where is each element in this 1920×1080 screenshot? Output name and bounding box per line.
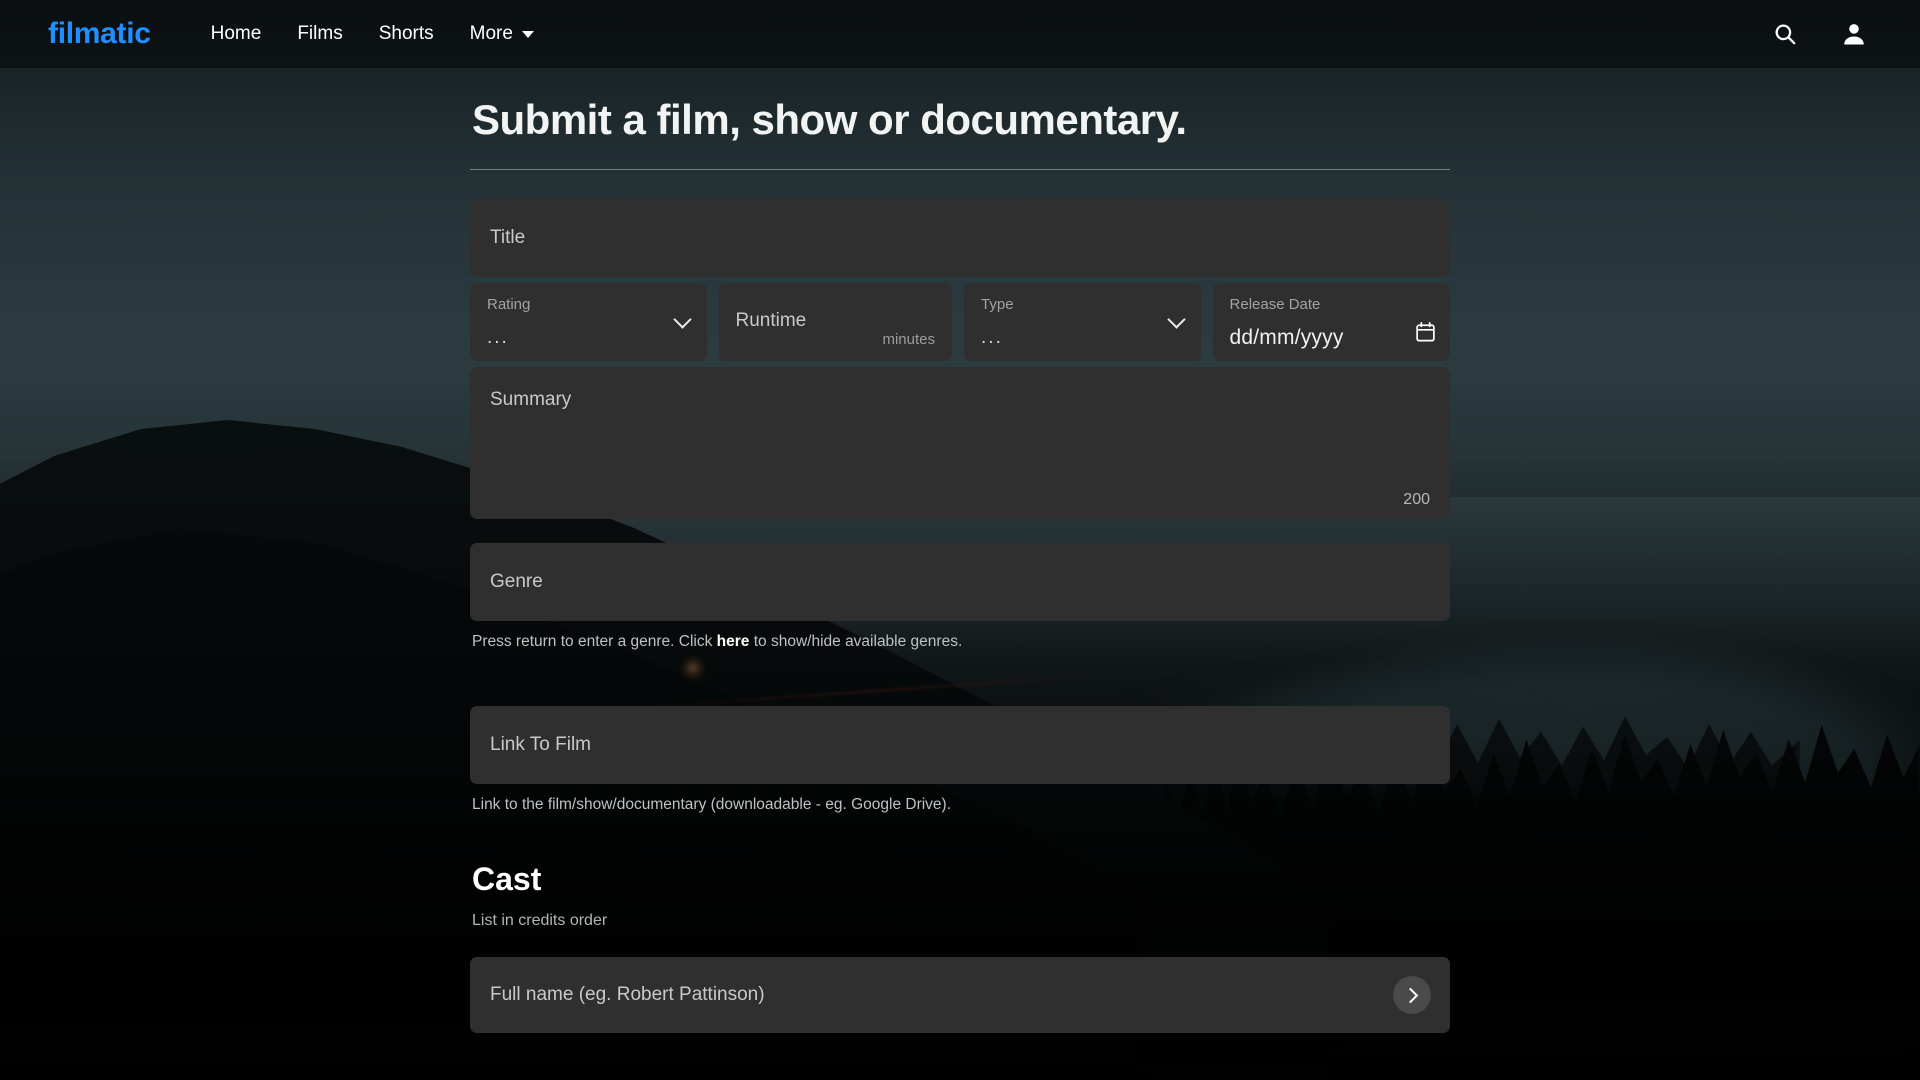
rating-label: Rating	[487, 296, 531, 313]
nav-item-home-label: Home	[210, 23, 262, 44]
cast-subtitle: List in credits order	[472, 912, 608, 929]
chevron-down-icon	[1169, 313, 1185, 322]
chevron-right-icon	[1402, 987, 1419, 1003]
inline-field-row: Rating ... Runtime minutes Type ... Rele…	[470, 283, 1450, 361]
release-date-value: dd/mm/yyyy	[1229, 326, 1344, 349]
chevron-down-icon	[521, 30, 534, 38]
type-select[interactable]: Type ...	[964, 283, 1201, 361]
nav-item-more[interactable]: More	[452, 15, 552, 53]
link-to-film-input[interactable]: Link To Film	[470, 706, 1450, 784]
search-icon[interactable]	[1772, 21, 1798, 47]
summary-textarea[interactable]: Summary 200	[470, 367, 1450, 519]
link-to-film-placeholder: Link To Film	[490, 734, 592, 755]
runtime-placeholder: Runtime	[735, 310, 807, 331]
genre-input[interactable]: Genre	[470, 543, 1450, 621]
cast-heading: Cast	[472, 861, 542, 897]
runtime-suffix-label: minutes	[882, 331, 936, 348]
rating-value: ...	[487, 327, 509, 348]
nav-icon-group	[1772, 20, 1886, 48]
nav-item-shorts-label: Shorts	[378, 23, 434, 44]
genre-helper-text: Press return to enter a genre. Click her…	[470, 633, 1450, 651]
nav-links: Home Films Shorts More	[193, 15, 552, 53]
type-label: Type	[981, 296, 1014, 313]
navbar: filmatic Home Films Shorts More	[0, 0, 1920, 68]
nav-item-more-label: More	[469, 23, 513, 44]
chevron-down-icon	[675, 313, 691, 322]
add-cast-member-button[interactable]	[1393, 976, 1431, 1014]
genre-helper-after: to show/hide available genres.	[749, 633, 963, 650]
nav-item-shorts[interactable]: Shorts	[361, 15, 452, 53]
cast-name-input[interactable]: Full name (eg. Robert Pattinson)	[470, 957, 1450, 1033]
submit-form: Submit a film, show or documentary. Titl…	[470, 68, 1450, 1033]
calendar-icon[interactable]	[1416, 322, 1435, 347]
type-value: ...	[981, 327, 1003, 348]
title-divider	[470, 169, 1450, 170]
genre-helper-before: Press return to enter a genre. Click	[472, 633, 717, 650]
nav-item-home[interactable]: Home	[193, 15, 280, 53]
summary-placeholder: Summary	[490, 389, 572, 410]
title-field-placeholder: Title	[490, 227, 526, 248]
page-title: Submit a film, show or documentary.	[472, 96, 1187, 143]
runtime-input[interactable]: Runtime minutes	[718, 283, 953, 361]
title-field[interactable]: Title	[470, 199, 1450, 277]
brand-logo[interactable]: filmatic	[48, 17, 151, 51]
link-to-film-helper-text: Link to the film/show/documentary (downl…	[472, 796, 952, 813]
cast-name-placeholder: Full name (eg. Robert Pattinson)	[490, 984, 765, 1005]
summary-char-counter: 200	[1403, 491, 1430, 508]
account-icon[interactable]	[1840, 20, 1868, 48]
page-content: Submit a film, show or documentary. Titl…	[0, 68, 1920, 1080]
rating-select[interactable]: Rating ...	[470, 283, 707, 361]
nav-item-films[interactable]: Films	[279, 15, 360, 53]
release-date-label: Release Date	[1229, 296, 1321, 313]
nav-item-films-label: Films	[297, 23, 343, 44]
genre-helper-link[interactable]: here	[717, 633, 750, 650]
release-date-input[interactable]: Release Date dd/mm/yyyy	[1212, 283, 1450, 361]
genre-placeholder: Genre	[490, 571, 543, 592]
